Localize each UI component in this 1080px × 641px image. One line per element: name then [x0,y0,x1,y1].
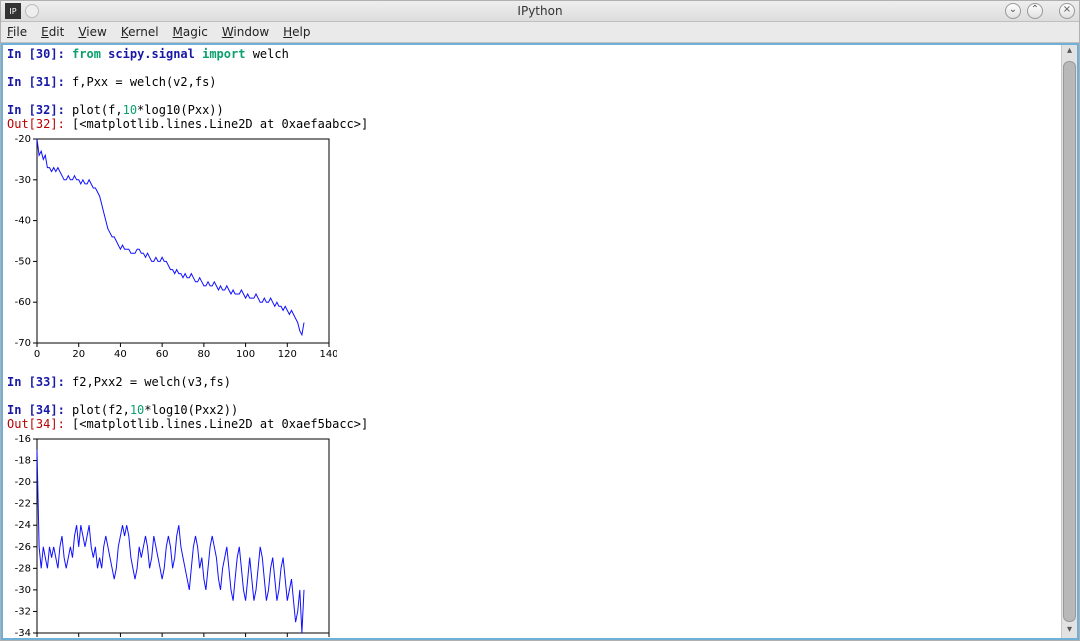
svg-text:-50: -50 [15,256,31,267]
svg-text:-26: -26 [15,542,31,553]
vertical-scrollbar[interactable]: ▴ ▾ [1061,45,1077,638]
svg-text:60: 60 [156,349,169,360]
menu-window[interactable]: Window [222,25,269,39]
kw-import: import [202,47,245,61]
svg-text:-24: -24 [15,520,31,531]
app-icon: IP [5,3,21,19]
menu-file[interactable]: File [7,25,27,39]
menu-kernel[interactable]: Kernel [121,25,159,39]
svg-text:100: 100 [236,349,255,360]
window-controls: ⌄ ⌃ × [1005,3,1075,19]
svg-text:-30: -30 [15,175,31,186]
close-button[interactable]: × [1059,3,1075,19]
svg-text:-30: -30 [15,585,31,596]
app-secondary-icon [25,4,39,18]
psd-chart-1: 0 20 40 60 80 100 120 140 -70 -60 -50 -40 -30 -20 [7,133,337,361]
in-prompt-32: In [32]: [7,103,65,117]
menu-edit[interactable]: Edit [41,25,64,39]
svg-text:120: 120 [278,349,297,360]
psd-chart-2: 020406080100120140-34-32-30-28-26-24-22-… [7,433,337,638]
svg-text:-18: -18 [15,456,31,467]
svg-text:-20: -20 [15,134,31,145]
num-literal: 10 [130,403,144,417]
svg-text:-20: -20 [15,477,31,488]
svg-text:20: 20 [72,349,85,360]
svg-text:-40: -40 [15,216,31,227]
num-literal: 10 [123,103,137,117]
code-text: f2,Pxx2 = welch(v3,fs) [65,375,231,389]
console-frame: In [30]: from scipy.signal import welch … [1,43,1079,640]
module-name: scipy.signal [108,47,195,61]
code-text: welch [245,47,288,61]
svg-text:-22: -22 [15,499,31,510]
scroll-thumb[interactable] [1063,61,1076,622]
code-text: *log10(Pxx2)) [144,403,238,417]
scroll-down-arrow[interactable]: ▾ [1062,624,1077,638]
in-prompt-33: In [33]: [7,375,65,389]
menu-view[interactable]: View [78,25,106,39]
svg-text:140: 140 [319,349,337,360]
code-text: plot(f, [65,103,123,117]
svg-text:80: 80 [197,349,210,360]
code-text: f,Pxx = welch(v2,fs) [65,75,217,89]
menu-magic[interactable]: Magic [173,25,208,39]
out-text: [<matplotlib.lines.Line2D at 0xaef5bacc>… [65,417,368,431]
svg-text:-70: -70 [15,338,31,349]
kw-from: from [72,47,101,61]
app-window: IP IPython ⌄ ⌃ × File Edit View Kernel M… [0,0,1080,641]
code-text: *log10(Pxx)) [137,103,224,117]
scroll-up-arrow[interactable]: ▴ [1062,45,1077,59]
svg-text:-60: -60 [15,297,31,308]
code-text: plot(f2, [65,403,130,417]
out-text: [<matplotlib.lines.Line2D at 0xaefaabcc>… [65,117,368,131]
in-prompt-30: In [30]: [7,47,65,61]
console[interactable]: In [30]: from scipy.signal import welch … [3,45,1061,638]
menu-help[interactable]: Help [283,25,310,39]
menubar: File Edit View Kernel Magic Window Help [1,22,1079,43]
out-prompt-34: Out[34]: [7,417,65,431]
svg-text:-34: -34 [15,628,31,638]
svg-text:40: 40 [114,349,127,360]
svg-text:-32: -32 [15,606,31,617]
maximize-button[interactable]: ⌃ [1027,3,1043,19]
minimize-button[interactable]: ⌄ [1005,3,1021,19]
in-prompt-34: In [34]: [7,403,65,417]
svg-text:-16: -16 [15,434,31,445]
window-title: IPython [1,4,1079,18]
svg-text:-28: -28 [15,563,31,574]
svg-text:0: 0 [34,349,40,360]
out-prompt-32: Out[32]: [7,117,65,131]
titlebar[interactable]: IP IPython ⌄ ⌃ × [1,1,1079,22]
in-prompt-31: In [31]: [7,75,65,89]
